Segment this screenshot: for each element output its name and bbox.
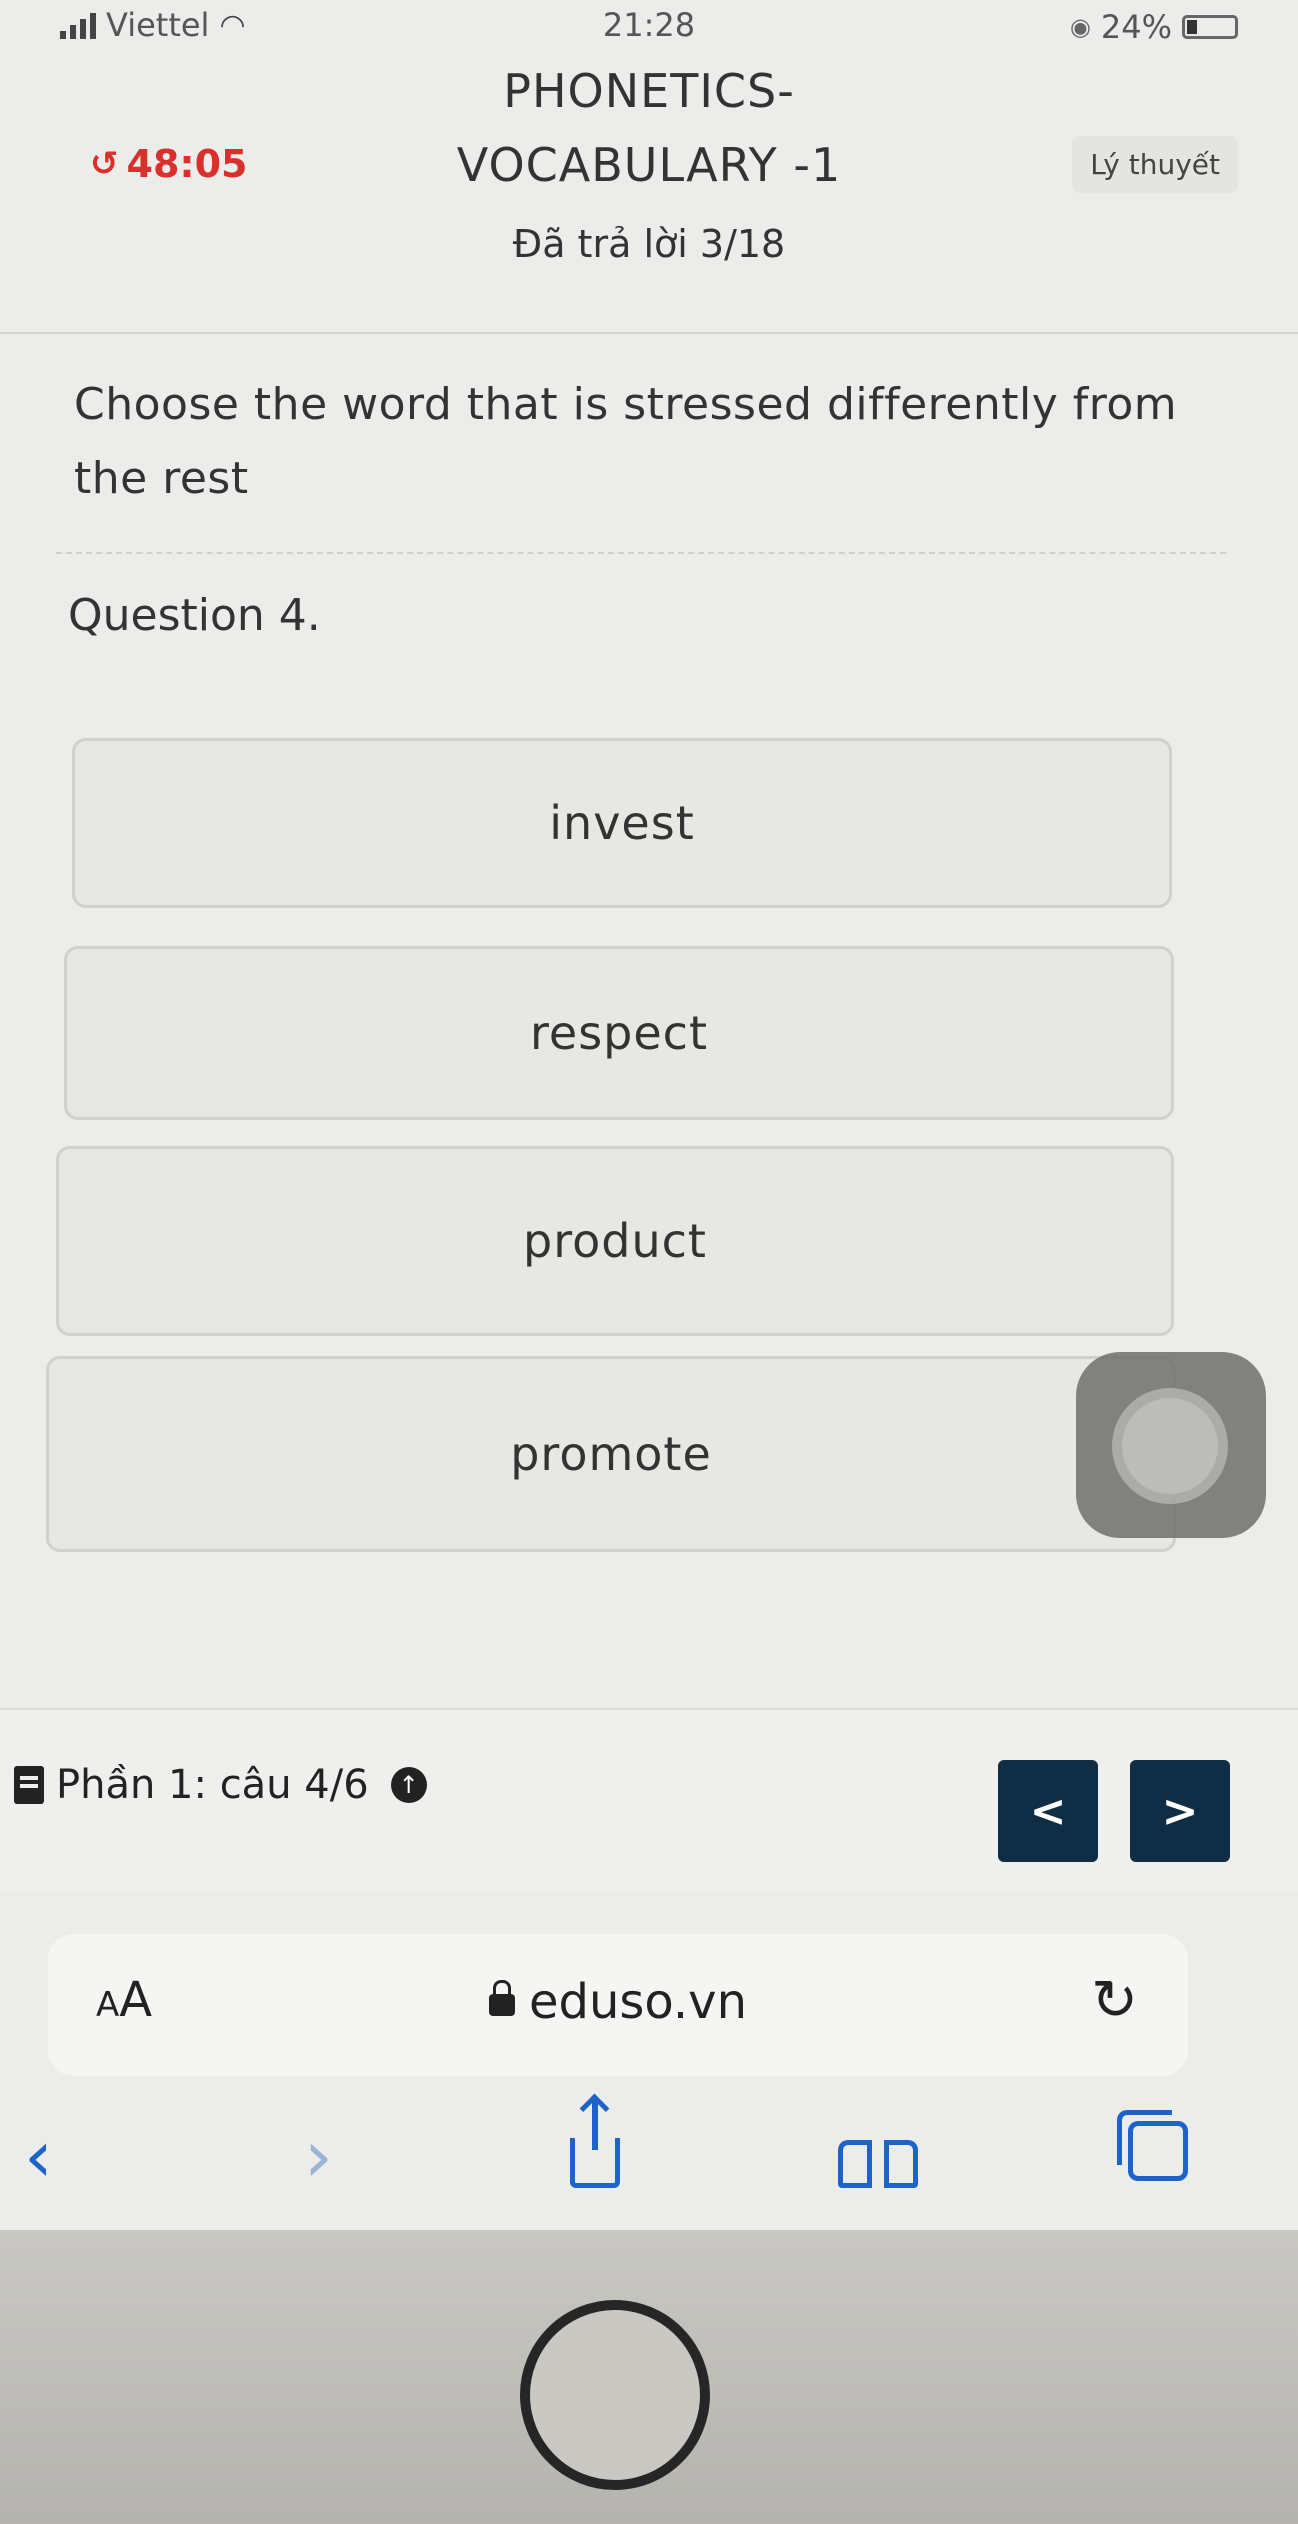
reload-icon[interactable]: ↻ (1091, 1968, 1138, 2033)
answer-option-1[interactable]: invest (72, 738, 1172, 908)
question-label: Question 4. (68, 590, 321, 641)
answer-option-2[interactable]: respect (64, 946, 1174, 1120)
theory-button[interactable]: Lý thuyết (1072, 136, 1238, 193)
book-open-icon (838, 2140, 918, 2194)
assistive-touch-button[interactable] (1076, 1352, 1266, 1538)
lock-icon (488, 1980, 515, 2016)
phone-screen: Viettel ◠ 21:28 ◉ 24% PHONETICS- ↺ 48:05… (0, 0, 1298, 2230)
divider (56, 552, 1226, 554)
share-button[interactable] (570, 2098, 620, 2204)
answered-count: Đã trả lời 3/18 (512, 222, 786, 266)
section-bar: Phần 1: câu 4/6 ↑ < > (0, 1708, 1298, 1890)
answer-option-4[interactable]: promote (46, 1356, 1176, 1552)
section-progress[interactable]: Phần 1: câu 4/6 ↑ (14, 1762, 427, 1808)
browser-toolbar: ‹ › (0, 2090, 1298, 2230)
previous-question-button[interactable]: < (998, 1760, 1098, 1862)
tabs-button[interactable] (1117, 2110, 1188, 2198)
next-question-button[interactable]: > (1130, 1760, 1230, 1862)
url-text: eduso.vn (528, 1974, 748, 2030)
tabs-icon (1117, 2110, 1188, 2181)
battery-percent: 24% (1100, 8, 1172, 46)
page-title-line1: PHONETICS- (503, 64, 795, 118)
answer-option-3[interactable]: product (56, 1146, 1174, 1336)
url-display[interactable]: eduso.vn (48, 1974, 1188, 2030)
forward-icon[interactable]: › (304, 2114, 333, 2198)
quiz-header: PHONETICS- ↺ 48:05 VOCABULARY -1 Lý thuy… (0, 52, 1298, 334)
section-progress-label: Phần 1: câu 4/6 (56, 1762, 369, 1808)
share-icon (570, 2098, 620, 2188)
orientation-lock-icon: ◉ (1069, 13, 1091, 41)
battery-icon (1182, 15, 1238, 39)
browser-address-bar[interactable]: AA eduso.vn ↻ (48, 1934, 1188, 2076)
home-button[interactable] (520, 2300, 710, 2490)
back-icon[interactable]: ‹ (24, 2114, 53, 2198)
arrow-up-circle-icon: ↑ (390, 1767, 427, 1803)
battery-group: ◉ 24% (1070, 8, 1238, 46)
status-bar: Viettel ◠ 21:28 ◉ 24% (0, 0, 1298, 52)
bookmarks-button[interactable] (838, 2114, 918, 2210)
book-icon (14, 1766, 44, 1804)
question-instruction: Choose the word that is stressed differe… (74, 379, 1178, 504)
